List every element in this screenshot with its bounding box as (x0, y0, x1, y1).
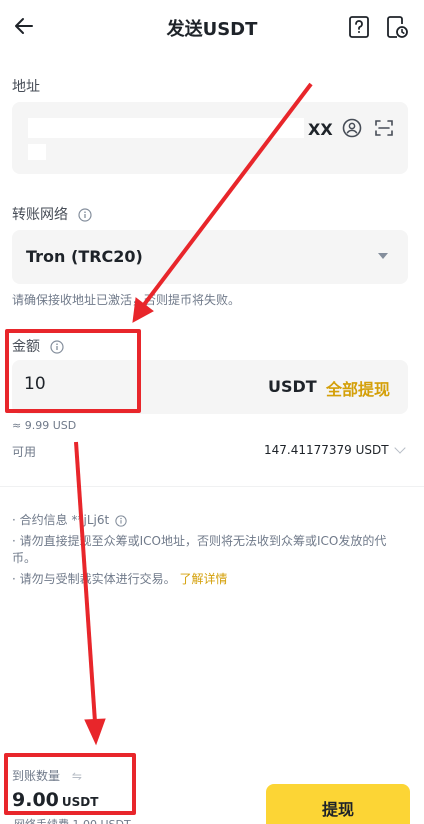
ico-warning: · 请勿直接提现至众筹或ICO地址，否则将无法收到众筹或ICO发放的代币。 (12, 534, 387, 565)
info-icon[interactable] (115, 514, 127, 527)
learn-more-link[interactable]: 了解详情 (179, 572, 227, 586)
history-record-icon[interactable] (386, 15, 408, 39)
network-select[interactable]: Tron (TRC20) (12, 230, 408, 284)
available-balance[interactable]: 147.41177379 USDT (264, 443, 389, 457)
amount-unit: USDT (268, 377, 317, 396)
contract-info-label: 合约信息 (19, 513, 68, 527)
ico-warning-text: 请勿直接提现至众筹或ICO地址，否则将无法收到众筹或ICO发放的代币。 (12, 534, 387, 565)
network-value: Tron (TRC20) (26, 247, 143, 266)
network-hint: 请确保接收地址已激活，否则提币将失败。 (12, 293, 241, 307)
withdraw-all-button[interactable]: 全部提现 (326, 376, 390, 400)
top-bar: 发送USDT (0, 0, 424, 56)
contract-address: **jLj6t (71, 513, 110, 527)
contract-info: · 合约信息 **jLj6t (12, 512, 127, 529)
help-document-icon[interactable] (348, 15, 370, 39)
amount-usd-estimate: ≈ 9.99 USD (12, 419, 77, 432)
address-redaction (28, 118, 304, 138)
divider (0, 486, 424, 487)
address-redaction-2 (28, 144, 46, 160)
chevron-down-icon[interactable] (394, 442, 406, 454)
dropdown-caret-icon (378, 253, 388, 259)
address-value-tail: XX (308, 120, 333, 139)
network-label: 转账网络 (12, 204, 93, 224)
info-icon[interactable] (78, 208, 93, 222)
arrow-to-receive (74, 441, 106, 746)
contact-icon[interactable] (342, 118, 362, 138)
sanction-warning-text: 请勿与受制裁实体进行交易。 (19, 572, 176, 586)
highlight-box-receive (4, 753, 136, 815)
address-label: 地址 (12, 79, 40, 95)
available-label: 可用 (12, 445, 37, 459)
network-fee: 网络手续费 1.00 USDT (14, 816, 131, 824)
highlight-box-amount (5, 329, 141, 413)
network-label-text: 转账网络 (12, 207, 68, 223)
scan-icon[interactable] (374, 118, 394, 138)
sanction-warning: · 请勿与受制裁实体进行交易。 了解详情 (12, 572, 228, 586)
withdraw-button[interactable]: 提现 (266, 784, 410, 824)
address-input[interactable]: XX (12, 102, 408, 174)
